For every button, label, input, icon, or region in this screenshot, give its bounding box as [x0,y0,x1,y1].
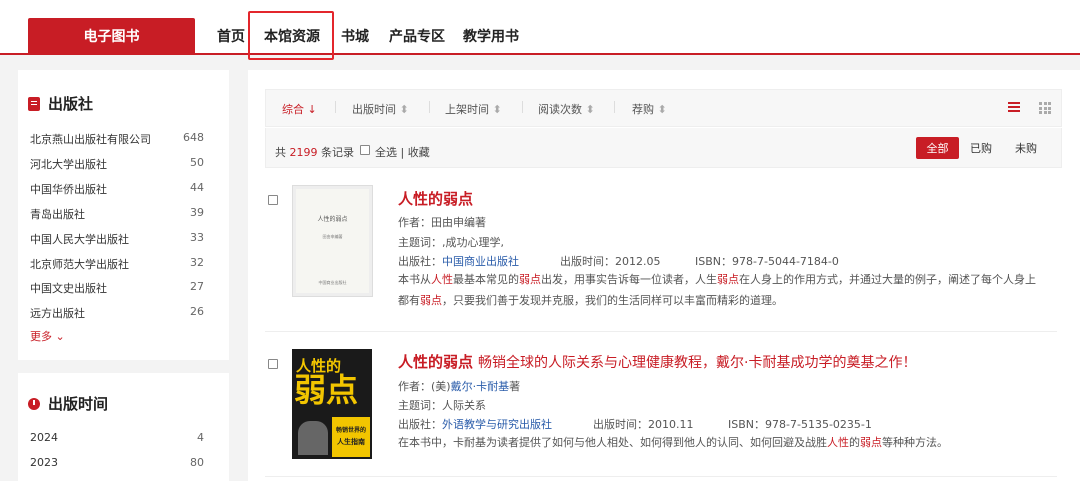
book-isbn: ISBN：978-7-5135-0235-1 [728,418,872,431]
publisher-item[interactable]: 中国文史出版社 27 [30,280,204,296]
sort-arrows-icon: ⬍ [399,103,409,116]
sort-divider [429,101,430,113]
list-view-icon[interactable] [1008,102,1020,113]
publisher-more-link[interactable]: 更多 ⌄ [30,328,65,344]
row-divider [265,476,1057,477]
nav-teaching-books[interactable]: 教学用书 [463,26,519,46]
nav-home[interactable]: 首页 [217,26,245,46]
sort-shelf-time[interactable]: 上架时间 ⬍ [445,101,502,117]
filter-purchased-button[interactable]: 已购 [962,137,1000,159]
publisher-item[interactable]: 远方出版社 26 [30,305,204,321]
select-all-label[interactable]: 全选 | 收藏 [375,144,430,160]
select-all-checkbox[interactable] [360,145,370,155]
sort-composite[interactable]: 综合 ↓ [282,101,317,117]
book-subtitle: 畅销全球的人际关系与心理健康教程，戴尔·卡耐基成功学的奠基之作！ [478,355,917,371]
sort-divider [614,101,615,113]
publisher-item[interactable]: 中国人民大学出版社 33 [30,231,204,247]
chevron-down-icon: ⌄ [55,330,65,343]
book-select-checkbox[interactable] [268,195,278,205]
result-count: 共 2199 条记录 [275,146,354,159]
book-publisher: 出版社：外语教学与研究出版社 [398,418,552,431]
sort-arrows-icon: ⬍ [492,103,502,116]
brand-tab-ebooks[interactable]: 电子图书 [28,18,195,53]
grid-view-icon[interactable] [1039,102,1051,114]
sort-recommend[interactable]: 荐购 ⬍ [632,101,667,117]
nav-active-highlight [248,11,334,60]
book-cover[interactable]: 人性的弱点 田由申编著 中国商业出版社 [292,185,373,297]
book-author: 作者：田由申编著 [398,216,486,229]
book-publish-date: 出版时间：2010.11 [593,418,694,431]
book-publisher: 出版社：中国商业出版社 [398,255,519,268]
nav-products[interactable]: 产品专区 [389,26,445,46]
sort-read-count[interactable]: 阅读次数 ⬍ [538,101,595,117]
sort-publish-time[interactable]: 出版时间 ⬍ [352,101,409,117]
clock-icon [28,397,40,410]
book-description: 在本书中，卡耐基为读者提供了如何与他人相处、如何得到他人的认同、如何回避及战胜人… [398,436,948,449]
sort-divider [522,101,523,113]
book-cover[interactable]: 人性的 弱点 畅销世界的 人生指南 [292,349,372,459]
book-title[interactable]: 人性的弱点 [398,351,473,372]
author-link[interactable]: 戴尔·卡耐基 [451,380,510,393]
publisher-item[interactable]: 北京师范大学出版社 32 [30,256,204,272]
publisher-link[interactable]: 外语教学与研究出版社 [442,418,552,431]
publisher-link[interactable]: 中国商业出版社 [442,255,519,268]
filter-unpurchased-button[interactable]: 未购 [1006,137,1046,159]
publisher-panel-header: 出版社 [28,93,93,114]
book-isbn: ISBN：978-7-5044-7184-0 [695,255,839,268]
favorite-link[interactable]: 收藏 [408,146,430,159]
book-author: 作者：(美)戴尔·卡耐基著 [398,380,521,393]
book-icon [28,96,40,111]
arrow-down-icon: ↓ [307,103,317,116]
book-subject: 主题词：,成功心理学, [398,236,504,249]
book-publish-date: 出版时间：2012.05 [560,255,661,268]
publisher-panel-title: 出版社 [48,95,94,113]
publisher-item[interactable]: 青岛出版社 39 [30,206,204,222]
book-description: 本书从人性最基本常见的弱点出发，用事实告诉每一位读者，人生弱点在人身上的作用方式… [398,273,1036,307]
publish-time-panel-header: 出版时间 [28,393,108,414]
author-portrait [298,421,328,455]
top-nav: 电子图书 [0,0,1080,55]
book-select-checkbox[interactable] [268,359,278,369]
publisher-item[interactable]: 河北大学出版社 50 [30,156,204,172]
nav-bookstore[interactable]: 书城 [341,26,369,46]
publisher-item[interactable]: 中国华侨出版社 44 [30,181,204,197]
year-item[interactable]: 2023 80 [30,456,204,469]
book-title[interactable]: 人性的弱点 [398,188,473,209]
sort-divider [335,101,336,113]
book-subject: 主题词：人际关系 [398,399,486,412]
year-item[interactable]: 2024 4 [30,431,204,444]
row-divider [265,331,1057,332]
sort-arrows-icon: ⬍ [585,103,595,116]
publish-time-panel-title: 出版时间 [48,395,109,413]
filter-all-button[interactable]: 全部 [916,137,959,159]
publisher-item[interactable]: 北京燕山出版社有限公司 648 [30,131,204,147]
sort-arrows-icon: ⬍ [657,103,667,116]
